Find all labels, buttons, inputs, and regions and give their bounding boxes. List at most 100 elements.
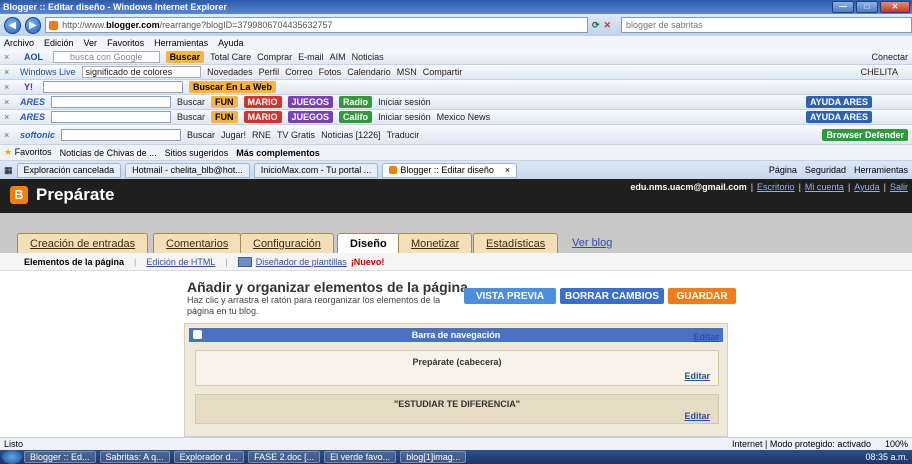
tab-monetizar[interactable]: Monetizar xyxy=(398,233,473,253)
menu-ayuda[interactable]: Ayuda xyxy=(218,38,243,48)
tab-blogger[interactable]: Blogger :: Editar diseño × xyxy=(382,162,518,178)
live-msn[interactable]: MSN xyxy=(397,67,417,77)
softonic-buscar[interactable]: Buscar xyxy=(187,130,215,140)
subnav-disenador[interactable]: Diseñador de plantillas xyxy=(256,257,347,267)
ares-mario[interactable]: MARIO xyxy=(243,96,282,108)
yahoo-buscar-button[interactable]: Buscar En La Web xyxy=(189,81,276,93)
ares-mario[interactable]: MARIO xyxy=(243,111,282,123)
ares-login[interactable]: Iniciar sesión xyxy=(378,112,431,122)
aol-conectar[interactable]: Conectar xyxy=(871,52,912,62)
vista-previa-button[interactable]: VISTA PREVIA xyxy=(464,288,556,304)
task-sabritas[interactable]: Sabritas: A q... xyxy=(99,451,170,463)
refresh-icon[interactable]: ⟳ xyxy=(592,20,600,31)
tab-iniciomax[interactable]: InicioMax.com - Tu portal ... xyxy=(253,162,379,178)
ares-radio[interactable]: Radio xyxy=(339,96,373,108)
aol-item-total-care[interactable]: Total Care xyxy=(210,52,251,62)
tab-estadisticas[interactable]: Estadísticas xyxy=(473,233,559,253)
close-toolbar-icon[interactable]: × xyxy=(4,97,14,107)
stop-icon[interactable]: ✕ xyxy=(604,20,612,31)
subnav-elementos[interactable]: Elementos de la página xyxy=(24,257,124,267)
fav-sugeridos[interactable]: Sitios sugeridos xyxy=(165,148,229,158)
ares-buscar[interactable]: Buscar xyxy=(177,97,205,107)
live-search-input[interactable]: significado de colores xyxy=(81,66,202,78)
softonic-search-input[interactable] xyxy=(61,128,181,141)
windows-live-label[interactable]: Windows Live xyxy=(20,67,76,77)
close-toolbar-icon[interactable]: × xyxy=(4,52,14,62)
softonic-traducir[interactable]: Traducir xyxy=(387,130,420,140)
aol-item-comprar[interactable]: Comprar xyxy=(257,52,292,62)
menu-archivo[interactable]: Archivo xyxy=(4,38,34,48)
live-novedades[interactable]: Novedades xyxy=(207,67,253,77)
quick-tabs-icon[interactable]: ▦ xyxy=(4,165,13,176)
header-widget[interactable]: Prepárate (cabecera) Editar xyxy=(195,350,719,386)
link-ver-blog[interactable]: Ver blog xyxy=(560,233,624,253)
ares-fun[interactable]: FUN xyxy=(211,111,238,123)
back-button[interactable]: ◀ xyxy=(4,16,21,34)
close-tab-icon[interactable]: × xyxy=(505,165,510,175)
link-salir[interactable]: Salir xyxy=(890,182,908,192)
ares-help[interactable]: AYUDA ARES xyxy=(805,96,872,108)
aol-buscar-button[interactable]: Buscar xyxy=(165,51,205,63)
menu-ver[interactable]: Ver xyxy=(84,38,98,48)
close-toolbar-icon[interactable]: × xyxy=(4,82,14,92)
ares-juegos[interactable]: JUEGOS xyxy=(287,111,334,123)
tool-pagina[interactable]: Página xyxy=(769,165,797,175)
ares-help[interactable]: AYUDA ARES xyxy=(805,111,872,123)
menu-favoritos[interactable]: Favoritos xyxy=(107,38,144,48)
ares-radio[interactable]: Califo xyxy=(339,111,373,123)
fav-complementos[interactable]: Más complementos xyxy=(236,148,320,158)
tab-configuracion[interactable]: Configuración xyxy=(240,233,334,253)
menu-herramientas[interactable]: Herramientas xyxy=(154,38,208,48)
yahoo-search-input[interactable] xyxy=(43,81,183,93)
close-button[interactable]: ✕ xyxy=(880,1,910,13)
tab-comentarios[interactable]: Comentarios xyxy=(153,233,242,253)
clock[interactable]: 08:35 a.m. xyxy=(865,452,912,462)
section-widget[interactable]: "ESTUDIAR TE DIFERENCIA" Editar xyxy=(195,394,719,424)
live-correo[interactable]: Correo xyxy=(285,67,313,77)
ares-buscar[interactable]: Buscar xyxy=(177,112,205,122)
softonic-noticias[interactable]: Noticias [1226] xyxy=(321,130,381,140)
maximize-button[interactable]: □ xyxy=(856,1,878,13)
zoom-level[interactable]: 100% xyxy=(885,439,908,449)
edit-navbar-link[interactable]: Editar xyxy=(693,332,719,342)
softonic-rne[interactable]: RNE xyxy=(252,130,271,140)
task-verde[interactable]: El verde favo... xyxy=(324,451,397,463)
ares-search-input[interactable] xyxy=(51,96,172,108)
ares-juegos[interactable]: JUEGOS xyxy=(287,96,334,108)
browser-defender-button[interactable]: Browser Defender xyxy=(822,128,908,141)
forward-button[interactable]: ▶ xyxy=(24,16,42,34)
live-user[interactable]: CHELITA xyxy=(861,67,912,77)
tool-herramientas[interactable]: Herramientas xyxy=(854,165,908,175)
ares-news[interactable]: Mexico News xyxy=(437,112,491,122)
close-toolbar-icon[interactable]: × xyxy=(4,112,14,122)
softonic-tv[interactable]: TV Gratis xyxy=(277,130,315,140)
live-compartir[interactable]: Compartir xyxy=(423,67,463,77)
task-explorador[interactable]: Explorador d... xyxy=(173,451,245,463)
link-escritorio[interactable]: Escritorio xyxy=(757,182,795,192)
start-button[interactable] xyxy=(2,450,22,464)
ares-login[interactable]: Iniciar sesión xyxy=(378,97,431,107)
softonic-jugar[interactable]: Jugar! xyxy=(221,130,246,140)
guardar-button[interactable]: GUARDAR xyxy=(668,288,736,304)
edit-header-link[interactable]: Editar xyxy=(684,371,710,381)
tab-hotmail[interactable]: Hotmail - chelita_blb@hot... xyxy=(125,162,250,178)
subnav-html[interactable]: Edición de HTML xyxy=(146,257,215,267)
close-toolbar-icon[interactable]: × xyxy=(4,67,14,77)
url-input[interactable]: http://www.blogger.com/rearrange?blogID=… xyxy=(45,17,588,33)
tab-exploracion[interactable]: Exploración cancelada xyxy=(16,162,122,178)
live-calendario[interactable]: Calendario xyxy=(347,67,391,77)
minimize-button[interactable]: — xyxy=(832,1,854,13)
task-blogimag[interactable]: blog[1]imag... xyxy=(400,451,467,463)
fav-chivas[interactable]: Noticias de Chivas de ... xyxy=(60,148,157,158)
aol-item-email[interactable]: E-mail xyxy=(298,52,324,62)
tab-diseno[interactable]: Diseño xyxy=(337,233,400,253)
borrar-cambios-button[interactable]: BORRAR CAMBIOS xyxy=(560,288,664,304)
task-blogger[interactable]: Blogger :: Ed... xyxy=(24,451,96,463)
favoritos-button[interactable]: ★ Favoritos xyxy=(4,147,52,158)
menu-edicion[interactable]: Edición xyxy=(44,38,74,48)
close-toolbar-icon[interactable]: × xyxy=(4,130,14,140)
link-ayuda[interactable]: Ayuda xyxy=(854,182,879,192)
link-mi-cuenta[interactable]: Mi cuenta xyxy=(805,182,844,192)
tab-creacion-entradas[interactable]: Creación de entradas xyxy=(17,233,149,253)
live-perfil[interactable]: Perfil xyxy=(259,67,280,77)
